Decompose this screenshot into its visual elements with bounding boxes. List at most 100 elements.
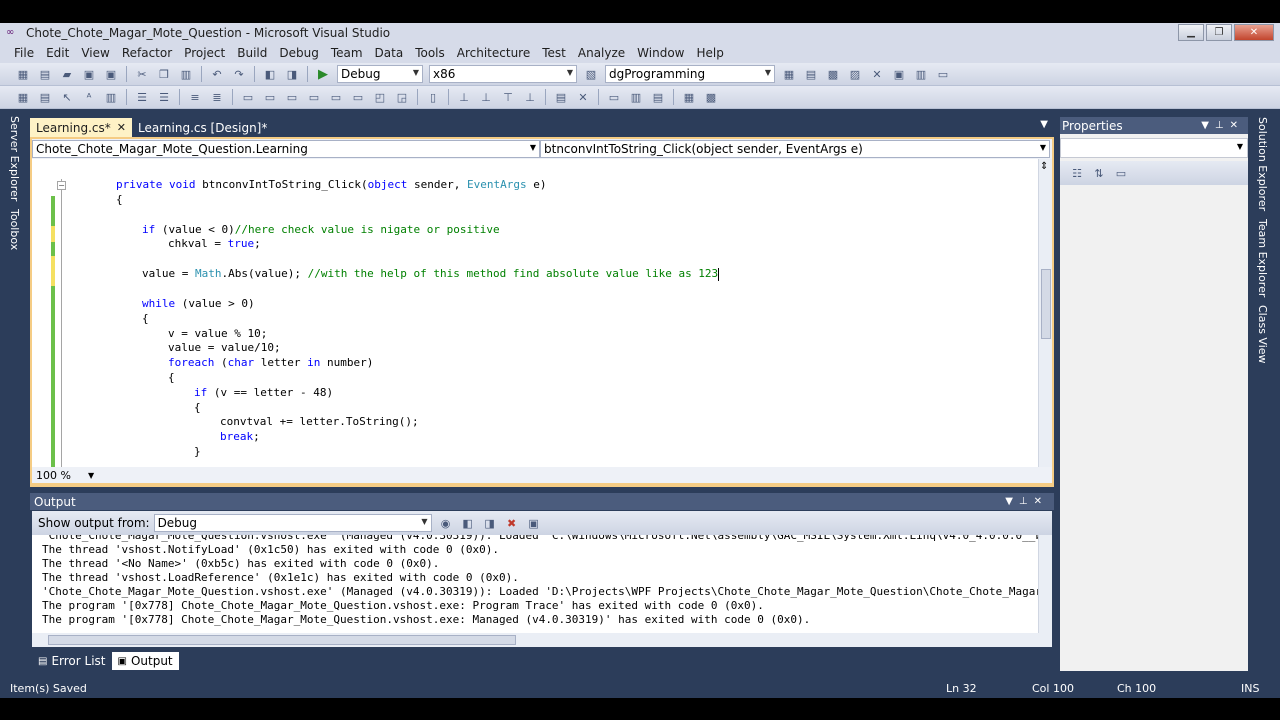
undo-icon[interactable]: ↶ bbox=[209, 66, 225, 82]
prev-message-icon[interactable]: ◧ bbox=[460, 515, 476, 531]
scrollbar-thumb[interactable] bbox=[1041, 269, 1051, 339]
menu-architecture[interactable]: Architecture bbox=[451, 46, 536, 60]
find-combo[interactable]: dgProgramming ▼ bbox=[605, 65, 775, 83]
vertical-spacing-equal-icon[interactable]: ▥ bbox=[628, 89, 644, 105]
scrollbar-thumb[interactable] bbox=[48, 635, 516, 645]
format-icon[interactable]: ▥ bbox=[103, 89, 119, 105]
tools-icon[interactable]: ✕ bbox=[869, 66, 885, 82]
indent-icon[interactable]: ☰ bbox=[134, 89, 150, 105]
align-bottoms-icon[interactable]: ⊤ bbox=[500, 89, 516, 105]
editor-horizontal-scrollbar[interactable] bbox=[102, 470, 1032, 480]
alphabetical-icon[interactable]: ⇅ bbox=[1091, 165, 1107, 181]
menu-window[interactable]: Window bbox=[631, 46, 690, 60]
new-project-icon[interactable]: ▦ bbox=[15, 66, 31, 82]
outdent-icon[interactable]: ☰ bbox=[156, 89, 172, 105]
maximize-button[interactable]: ❐ bbox=[1206, 24, 1232, 41]
menu-tools[interactable]: Tools bbox=[409, 46, 451, 60]
prev-bookmark-icon[interactable]: ▭ bbox=[262, 89, 278, 105]
add-item-icon[interactable]: ▤ bbox=[37, 66, 53, 82]
menu-data[interactable]: Data bbox=[369, 46, 410, 60]
lock-controls-icon[interactable]: ▩ bbox=[703, 89, 719, 105]
panel-controls[interactable]: ▼⊥✕ bbox=[1005, 496, 1048, 507]
chevron-down-icon[interactable]: ▼ bbox=[88, 471, 94, 480]
chevron-down-icon[interactable]: ▼ bbox=[1040, 119, 1048, 130]
team-explorer-tab[interactable]: Team Explorer bbox=[1256, 219, 1269, 297]
menu-help[interactable]: Help bbox=[691, 46, 730, 60]
properties-object-select[interactable]: ▼ bbox=[1060, 138, 1248, 158]
align-to-grid-icon[interactable]: ▦ bbox=[15, 89, 31, 105]
save-icon[interactable]: ▣ bbox=[81, 66, 97, 82]
code-text-area[interactable]: − private void btnconvIntToString_Click(… bbox=[32, 159, 1052, 467]
spacing-icon[interactable]: ▤ bbox=[553, 89, 569, 105]
next-bookmark-icon[interactable]: ▭ bbox=[284, 89, 300, 105]
font-icon[interactable]: ᴬ bbox=[81, 89, 97, 105]
bring-to-front-icon[interactable]: ◰ bbox=[372, 89, 388, 105]
redo-icon[interactable]: ↷ bbox=[231, 66, 247, 82]
toolbox-tab[interactable]: Toolbox bbox=[8, 209, 21, 250]
class-view-tab[interactable]: Class View bbox=[1256, 305, 1269, 364]
copy-icon[interactable]: ❐ bbox=[156, 66, 172, 82]
command-window-icon[interactable]: ▭ bbox=[935, 66, 951, 82]
extension-manager-icon[interactable]: ▥ bbox=[913, 66, 929, 82]
panel-controls[interactable]: ▼⊥✕ bbox=[1201, 120, 1244, 131]
cut-icon[interactable]: ✂ bbox=[134, 66, 150, 82]
zoom-level[interactable]: 100 % bbox=[32, 469, 88, 482]
menu-build[interactable]: Build bbox=[231, 46, 273, 60]
clear-bookmarks-icon[interactable]: ▭ bbox=[350, 89, 366, 105]
paste-icon[interactable]: ▥ bbox=[178, 66, 194, 82]
collapse-icon[interactable]: − bbox=[57, 181, 66, 190]
open-file-icon[interactable]: ▰ bbox=[59, 66, 75, 82]
comment-out-icon[interactable]: ≡ bbox=[187, 89, 203, 105]
solution-explorer-icon[interactable]: ▦ bbox=[781, 66, 797, 82]
tab-learning-design[interactable]: Learning.cs [Design]* bbox=[132, 118, 273, 137]
tab-error-list[interactable]: ▤ Error List bbox=[32, 652, 112, 670]
next-bookmark-folder-icon[interactable]: ▭ bbox=[328, 89, 344, 105]
solution-platform-select[interactable]: x86 ▼ bbox=[429, 65, 577, 83]
output-horizontal-scrollbar[interactable] bbox=[32, 633, 1052, 647]
save-all-icon[interactable]: ▣ bbox=[103, 66, 119, 82]
tab-learning-cs[interactable]: Learning.cs* ✕ bbox=[30, 118, 132, 137]
splitter-icon[interactable]: ⇕ bbox=[1040, 161, 1048, 172]
navigate-back-icon[interactable]: ◧ bbox=[262, 66, 278, 82]
menu-refactor[interactable]: Refactor bbox=[116, 46, 178, 60]
solution-configuration-select[interactable]: Debug ▼ bbox=[337, 65, 423, 83]
find-message-icon[interactable]: ◉ bbox=[438, 515, 454, 531]
start-debugging-icon[interactable]: ▶ bbox=[315, 66, 331, 82]
minimize-button[interactable]: ▁ bbox=[1178, 24, 1204, 41]
align-lefts-icon[interactable]: ▤ bbox=[37, 89, 53, 105]
navigate-forward-icon[interactable]: ◨ bbox=[284, 66, 300, 82]
menu-team[interactable]: Team bbox=[325, 46, 369, 60]
toolbox-icon[interactable]: ▨ bbox=[847, 66, 863, 82]
property-pages-icon[interactable]: ▭ bbox=[1113, 165, 1129, 181]
tab-order-icon[interactable]: ▦ bbox=[681, 89, 697, 105]
increase-spacing-icon[interactable]: ▤ bbox=[650, 89, 666, 105]
categorized-icon[interactable]: ☷ bbox=[1069, 165, 1085, 181]
pointer-icon[interactable]: ↖ bbox=[59, 89, 75, 105]
object-browser-icon[interactable]: ▩ bbox=[825, 66, 841, 82]
send-to-back-icon[interactable]: ◲ bbox=[394, 89, 410, 105]
word-wrap-icon[interactable]: ▣ bbox=[526, 515, 542, 531]
menu-debug[interactable]: Debug bbox=[273, 46, 324, 60]
align-tops-icon[interactable]: ⊥ bbox=[456, 89, 472, 105]
vertical-spacing-icon[interactable]: ▭ bbox=[606, 89, 622, 105]
menu-file[interactable]: File bbox=[8, 46, 40, 60]
member-selector[interactable]: btnconvIntToString_Click(object sender, … bbox=[540, 140, 1050, 158]
menu-test[interactable]: Test bbox=[536, 46, 572, 60]
next-message-icon[interactable]: ◨ bbox=[482, 515, 498, 531]
menu-analyze[interactable]: Analyze bbox=[572, 46, 631, 60]
uncomment-icon[interactable]: ≣ bbox=[209, 89, 225, 105]
prev-bookmark-folder-icon[interactable]: ▭ bbox=[306, 89, 322, 105]
output-vertical-scrollbar[interactable] bbox=[1038, 535, 1052, 633]
menu-view[interactable]: View bbox=[75, 46, 115, 60]
find-in-files-icon[interactable]: ▧ bbox=[583, 66, 599, 82]
clear-all-icon[interactable]: ✖ bbox=[504, 515, 520, 531]
spacing-equal-icon[interactable]: ✕ bbox=[575, 89, 591, 105]
close-icon[interactable]: ✕ bbox=[117, 121, 126, 134]
solution-explorer-tab[interactable]: Solution Explorer bbox=[1256, 117, 1269, 211]
start-page-icon[interactable]: ▣ bbox=[891, 66, 907, 82]
output-text[interactable]: 'Chote_Chote_Magar_Mote_Question.vshost.… bbox=[32, 535, 1052, 633]
output-source-select[interactable]: Debug ▼ bbox=[153, 514, 432, 532]
center-horizontally-icon[interactable]: ⊥ bbox=[522, 89, 538, 105]
align-middles-icon[interactable]: ⊥ bbox=[478, 89, 494, 105]
editor-vertical-scrollbar[interactable]: ⇕ bbox=[1038, 159, 1052, 467]
